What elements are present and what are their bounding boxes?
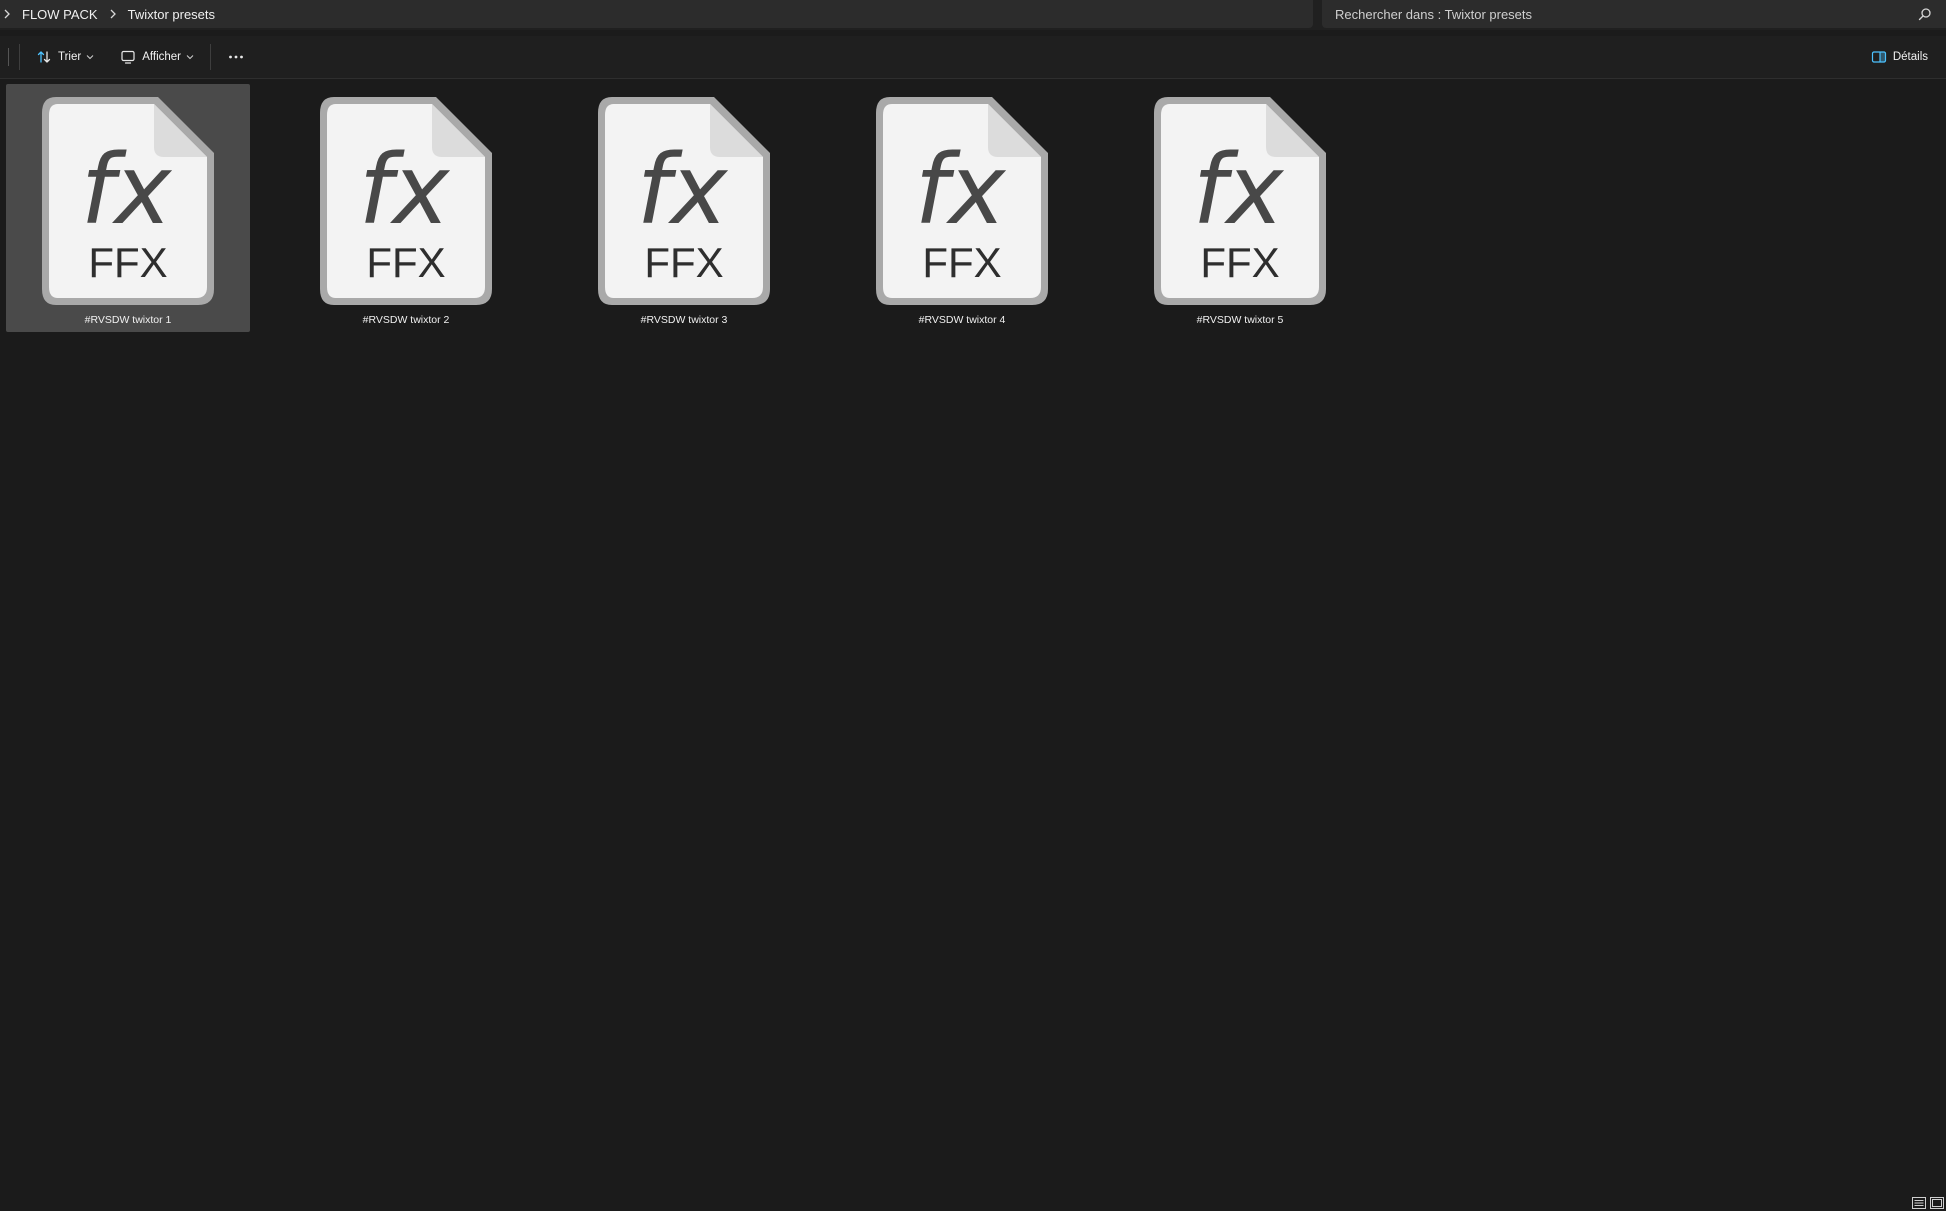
toolbar-clipped-item [0, 48, 9, 66]
file-type-label: FFX [366, 239, 445, 286]
search-icon[interactable] [1918, 7, 1932, 21]
ffx-file-icon: fxFFX [876, 97, 1048, 305]
search-input[interactable]: Rechercher dans : Twixtor presets [1322, 0, 1946, 28]
toolbar-divider [19, 44, 20, 70]
more-icon [229, 55, 243, 59]
details-pane-icon [1871, 51, 1886, 63]
breadcrumb[interactable]: FLOW PACK Twixtor presets [0, 0, 1313, 28]
address-row: FLOW PACK Twixtor presets Rechercher dan… [0, 0, 1946, 30]
file-item[interactable]: fx FFX #RVSDW twixtor 3 [562, 84, 806, 332]
details-view-icon[interactable] [1912, 1197, 1926, 1209]
fx-glyph: fx [915, 134, 1007, 246]
monitor-icon [121, 50, 135, 64]
sort-label: Trier [58, 51, 82, 63]
file-type-label: FFX [922, 239, 1001, 286]
ffx-file-icon: fxFFX [598, 97, 770, 305]
file-name: #RVSDW twixtor 5 [1196, 314, 1284, 326]
file-item[interactable]: fx FFX #RVSDW twixtor 2 [284, 84, 528, 332]
file-name: #RVSDW twixtor 4 [918, 314, 1006, 326]
file-type-label: FFX [88, 239, 167, 286]
file-type-label: FFX [1200, 239, 1279, 286]
view-label: Afficher [142, 51, 181, 63]
breadcrumb-item-twixtor-presets[interactable]: Twixtor presets [120, 7, 223, 22]
file-name: #RVSDW twixtor 1 [84, 314, 172, 326]
breadcrumb-item-flow-pack[interactable]: FLOW PACK [14, 7, 106, 22]
file-item[interactable]: fx FFX #RVSDW twixtor 4 [840, 84, 1084, 332]
search-placeholder: Rechercher dans : Twixtor presets [1335, 6, 1533, 22]
chevron-down-icon [86, 55, 94, 60]
chevron-right-icon[interactable] [106, 9, 120, 19]
command-bar: Trier Afficher Détails [0, 36, 1946, 79]
fx-glyph: fx [1193, 134, 1285, 246]
sort-button[interactable]: Trier [30, 42, 100, 72]
file-item[interactable]: fx FFX #RVSDW twixtor 5 [1118, 84, 1362, 332]
file-explorer-window: FLOW PACK Twixtor presets Rechercher dan… [0, 0, 1946, 1211]
file-name: #RVSDW twixtor 3 [640, 314, 728, 326]
file-name: #RVSDW twixtor 2 [362, 314, 450, 326]
large-icons-view-icon[interactable] [1930, 1197, 1944, 1209]
file-type-label: FFX [644, 239, 723, 286]
view-button[interactable]: Afficher [114, 42, 200, 72]
chevron-down-icon [186, 55, 194, 60]
more-options-button[interactable] [221, 42, 251, 72]
details-label: Détails [1892, 51, 1928, 63]
chevron-right-icon[interactable] [0, 9, 14, 19]
toolbar-divider [210, 44, 211, 70]
fx-glyph: fx [637, 134, 729, 246]
view-toggles [1912, 1197, 1946, 1211]
details-pane-button[interactable]: Détails [1865, 42, 1934, 72]
file-item[interactable]: fx FFX #RVSDW twixtor 1 [6, 84, 250, 332]
sort-icon [37, 51, 51, 63]
ffx-file-icon: fxFFX [42, 97, 214, 305]
fx-glyph: fx [81, 134, 173, 246]
ffx-file-icon: fxFFX [320, 97, 492, 305]
file-view[interactable]: fx FFX #RVSDW twixtor 1 fx FFX #RVSDW twixtor… [0, 79, 1946, 1211]
ffx-file-icon: fxFFX [1154, 97, 1326, 305]
fx-glyph: fx [359, 134, 451, 246]
